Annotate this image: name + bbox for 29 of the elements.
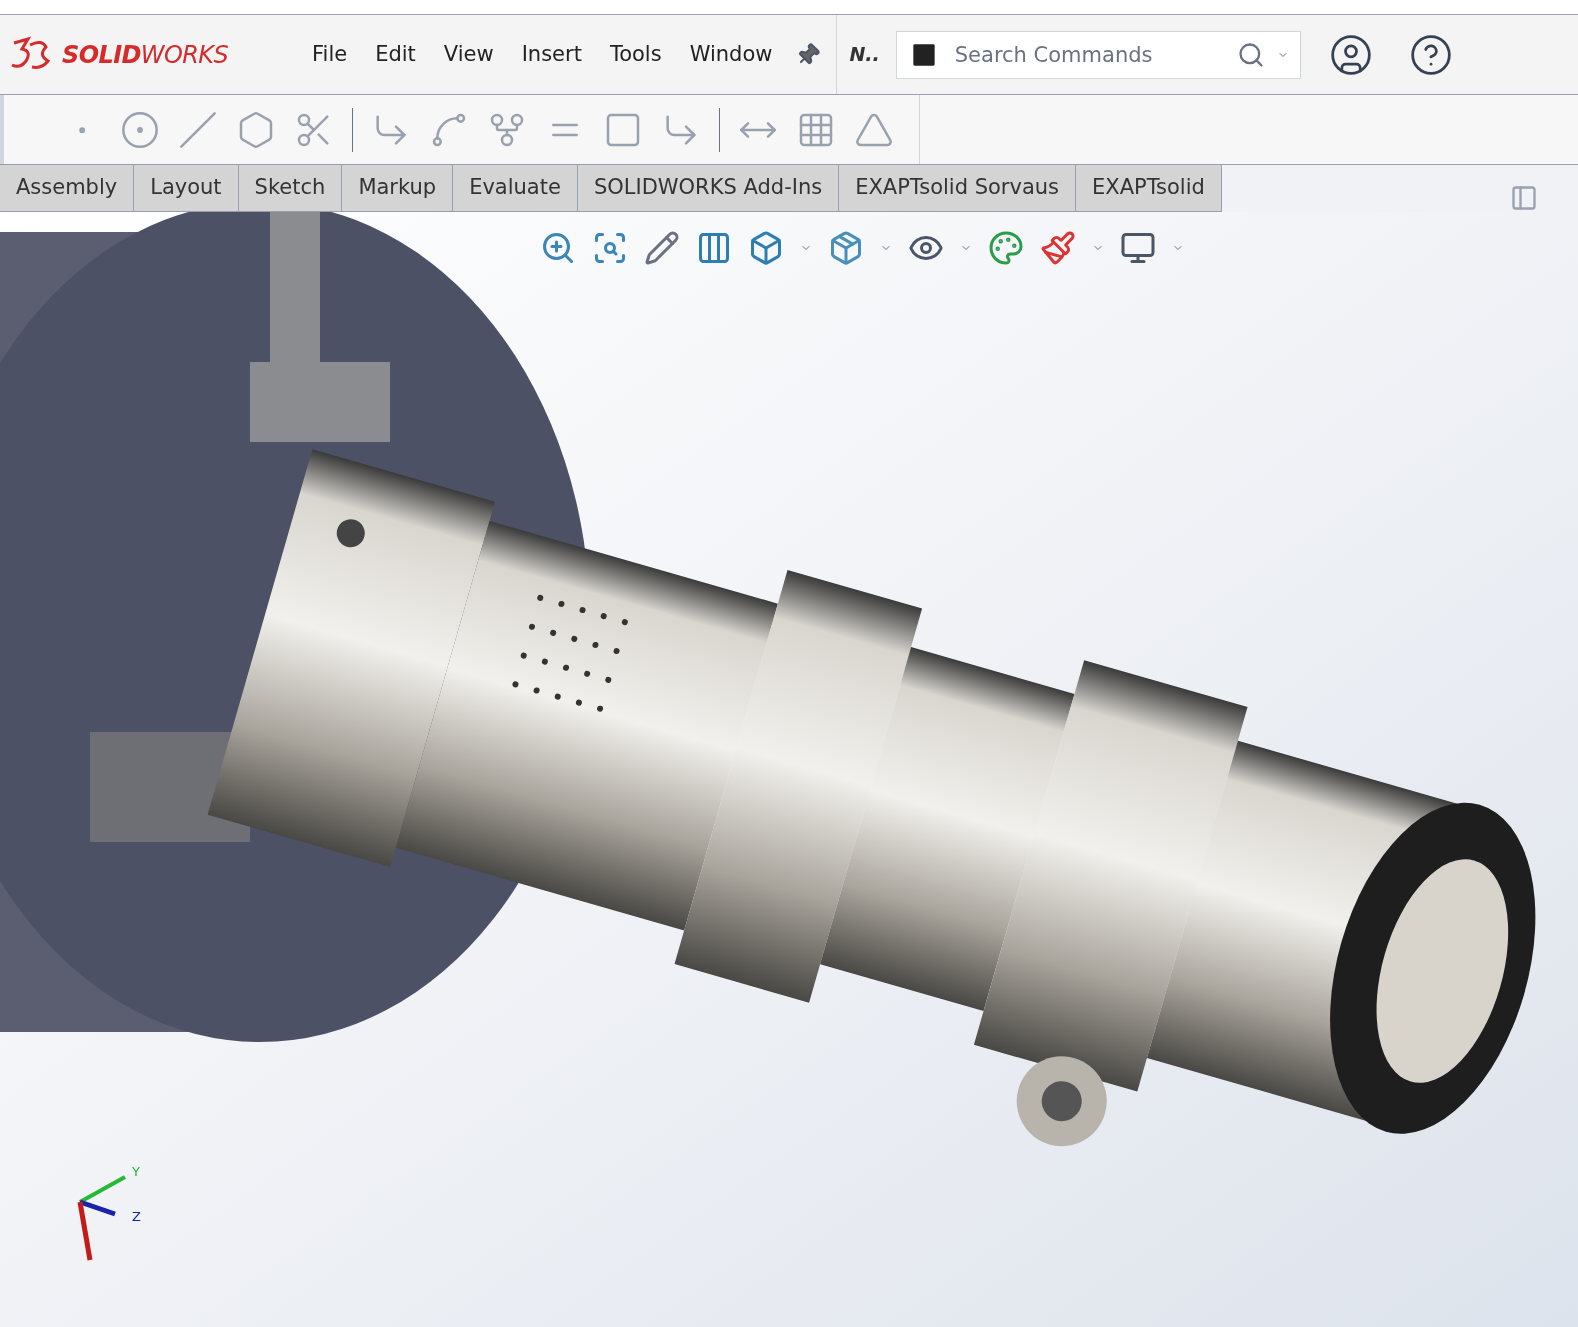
menu-item[interactable]: File	[300, 34, 360, 75]
menu-item[interactable]: View	[431, 34, 506, 75]
cube-icon[interactable]	[748, 230, 784, 266]
help-icon[interactable]	[1408, 32, 1453, 77]
ribbon-tab[interactable]: EXAPTsolid Sorvaus	[839, 165, 1076, 212]
menu-item[interactable]: Insert	[509, 34, 594, 75]
zoom-area-icon[interactable]	[592, 230, 628, 266]
ribbon-tab[interactable]: Markup	[342, 165, 454, 212]
line-icon[interactable]	[178, 109, 218, 150]
panel-toggle-icon[interactable]	[1510, 184, 1538, 212]
y-axis-label: Y	[132, 1163, 140, 1181]
search-icon[interactable]	[1236, 40, 1265, 69]
logo-text: SOLIDWORKS	[62, 39, 229, 71]
menu-item[interactable]: Edit	[363, 34, 428, 75]
zoom-icon[interactable]	[540, 230, 576, 266]
user-icon[interactable]	[1328, 32, 1373, 77]
document-name: N..	[849, 42, 880, 68]
menu-item[interactable]: Window	[677, 34, 785, 75]
ribbon-tab[interactable]: EXAPTsolid	[1076, 165, 1222, 212]
ribbon-tab[interactable]: Assembly	[0, 165, 135, 212]
menu-item[interactable]: Tools	[597, 34, 674, 75]
z-axis-label: Z	[131, 1208, 141, 1226]
ribbon-tab[interactable]: Layout	[134, 165, 239, 212]
monitor-icon[interactable]	[1120, 230, 1156, 266]
ribbon-tab[interactable]: SOLIDWORKS Add-Ins	[577, 165, 840, 212]
ribbon-tab[interactable]: Sketch	[238, 165, 343, 212]
circle-icon[interactable]	[120, 109, 160, 150]
ribbon-tab[interactable]: Evaluate	[453, 165, 578, 212]
search-field[interactable]: Search Commands	[895, 30, 1301, 79]
